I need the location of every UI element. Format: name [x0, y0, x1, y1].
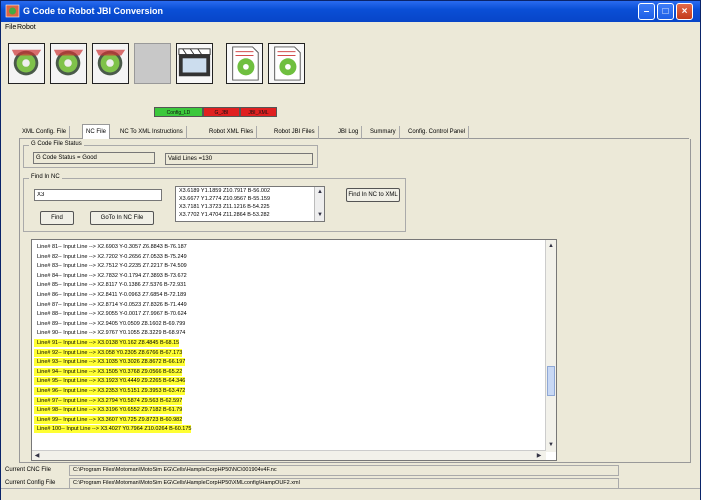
- toolbar-button-clapperboard[interactable]: [176, 43, 213, 84]
- scroll-right-icon[interactable]: ▶: [535, 452, 543, 460]
- tab-config-control-panel[interactable]: Config. Control Panel: [405, 126, 470, 139]
- menu-file[interactable]: File: [5, 24, 16, 31]
- scroll-up-icon[interactable]: ▲: [316, 188, 324, 196]
- toolbar-button-gear[interactable]: [92, 43, 129, 84]
- log-line[interactable]: Line# 100-- Input Line --> X3.4027 Y0.79…: [34, 425, 192, 434]
- log-horizontal-scrollbar[interactable]: ◀ ▶: [32, 450, 546, 460]
- nc-log-list[interactable]: Line# 81-- Input Line --> X2.6903 Y-0.30…: [31, 239, 557, 461]
- log-line[interactable]: Line# 91-- Input Line --> X3.0138 Y0.162…: [34, 339, 180, 347]
- log-line[interactable]: Line# 86-- Input Line --> X2.8411 Y-0.09…: [34, 291, 186, 299]
- list-item[interactable]: X3.7181 Y1.3723 Z11.1216 B-54.225: [179, 204, 270, 210]
- log-line[interactable]: Line# 95-- Input Line --> X3.1923 Y0.444…: [34, 377, 186, 386]
- app-window: G Code to Robot JBI Conversion – □ × Fil…: [0, 0, 701, 500]
- status-flag-xml: JBI_XML: [240, 107, 277, 117]
- tab-strip: XML Config. File NC File NC To XML Instr…: [19, 124, 689, 140]
- toolbar-button-gear[interactable]: [50, 43, 87, 84]
- scroll-thumb[interactable]: [547, 366, 555, 396]
- close-icon: ×: [681, 6, 688, 17]
- close-button[interactable]: ×: [676, 3, 693, 20]
- find-in-nc-to-xml-button[interactable]: Find In NC to XML: [346, 188, 400, 202]
- document-gear-icon: [232, 46, 259, 81]
- tab-nc-to-xml[interactable]: NC To XML Instructions: [117, 126, 187, 139]
- tab-jbi-log[interactable]: JBI Log: [335, 126, 363, 139]
- minimize-button[interactable]: –: [638, 3, 655, 20]
- document-gear-icon: [274, 46, 301, 81]
- status-flag-config: Config_LD: [154, 107, 203, 117]
- current-cnc-label: Current CNC File: [5, 467, 52, 473]
- log-line[interactable]: Line# 90-- Input Line --> X2.9767 Y0.105…: [34, 329, 185, 337]
- clapperboard-icon: [178, 48, 211, 77]
- current-cnc-path: C:\Program Files\Motoman\MotoSim EG\Cell…: [69, 465, 619, 476]
- scroll-up-icon[interactable]: ▲: [547, 242, 555, 250]
- log-line[interactable]: Line# 81-- Input Line --> X2.6903 Y-0.30…: [34, 243, 187, 251]
- current-config-row: Current Config File C:\Program Files\Mot…: [5, 478, 697, 490]
- maximize-button[interactable]: □: [657, 3, 674, 20]
- flag-label: Config_LD: [166, 110, 191, 116]
- find-in-nc-title: Find In NC: [29, 174, 62, 180]
- log-line[interactable]: Line# 97-- Input Line --> X3.2794 Y0.587…: [34, 396, 183, 405]
- toolbar-button-blank[interactable]: [134, 43, 171, 84]
- log-line[interactable]: Line# 85-- Input Line --> X2.8117 Y-0.13…: [34, 281, 186, 289]
- log-line[interactable]: Line# 83-- Input Line --> X2.7512 Y-0.22…: [34, 262, 187, 270]
- toolbar-button-gear[interactable]: [8, 43, 45, 84]
- menu-robot[interactable]: Robot: [17, 24, 36, 31]
- log-line[interactable]: Line# 92-- Input Line --> X3.058 Y0.2305…: [34, 348, 183, 357]
- log-line[interactable]: Line# 99-- Input Line --> X3.3607 Y0.725…: [34, 415, 183, 424]
- gear-icon: [51, 44, 86, 83]
- find-results-list[interactable]: X3.6189 Y1.1859 Z10.7917 B-56.002 X3.667…: [175, 186, 325, 222]
- find-button[interactable]: Find: [40, 211, 74, 225]
- window-title: G Code to Robot JBI Conversion: [23, 6, 164, 16]
- maximize-icon: □: [662, 6, 669, 17]
- scroll-down-icon[interactable]: ▼: [316, 211, 324, 219]
- status-flags: Config_LD G_JBI JBI_XML: [154, 107, 277, 117]
- minimize-icon: –: [643, 6, 650, 17]
- goto-in-nc-file-button[interactable]: GoTo In NC File: [90, 211, 154, 225]
- tab-robot-xml-files[interactable]: Robot XML Files: [206, 126, 258, 139]
- toolbar-button-document-gear[interactable]: [226, 43, 263, 84]
- find-input[interactable]: [34, 189, 162, 201]
- flag-label: G_JBI: [214, 110, 229, 116]
- log-line[interactable]: Line# 84-- Input Line --> X2.7832 Y-0.17…: [34, 272, 187, 280]
- gear-icon: [9, 44, 44, 83]
- log-vertical-scrollbar[interactable]: ▲ ▼: [545, 240, 556, 452]
- scroll-left-icon[interactable]: ◀: [33, 452, 41, 460]
- toolbar-button-document-gear[interactable]: [268, 43, 305, 84]
- tab-xml-config-file[interactable]: XML Config. File: [19, 126, 71, 139]
- list-item[interactable]: X3.6189 Y1.1859 Z10.7917 B-56.002: [179, 188, 270, 194]
- tab-nc-file[interactable]: NC File: [82, 124, 111, 140]
- flag-label: JBI_XML: [248, 110, 269, 116]
- app-icon: [5, 4, 20, 18]
- log-line[interactable]: Line# 94-- Input Line --> X3.1505 Y0.376…: [34, 367, 183, 376]
- list-item[interactable]: X3.7702 Y1.4704 Z11.2864 B-53.282: [179, 212, 270, 218]
- gear-icon: [93, 44, 128, 83]
- tab-robot-jbi-files[interactable]: Robot JBI Files: [271, 126, 319, 139]
- log-line[interactable]: Line# 98-- Input Line --> X3.3196 Y0.655…: [34, 406, 183, 415]
- log-line[interactable]: Line# 96-- Input Line --> X3.2353 Y0.515…: [34, 387, 186, 395]
- valid-lines-field: Valid Lines =130: [165, 153, 313, 165]
- list-item[interactable]: X3.6677 Y1.2774 Z10.9567 B-55.159: [179, 196, 270, 202]
- current-config-path: C:\Program Files\Motoman\MotoSim EG\Cell…: [69, 478, 619, 489]
- toolbar: [4, 35, 698, 95]
- current-config-label: Current Config File: [5, 480, 56, 486]
- scroll-down-icon[interactable]: ▼: [547, 441, 555, 449]
- current-cnc-row: Current CNC File C:\Program Files\Motoma…: [5, 465, 697, 477]
- results-scrollbar[interactable]: ▲ ▼: [314, 187, 324, 221]
- log-line[interactable]: Line# 87-- Input Line --> X2.8714 Y-0.05…: [34, 301, 187, 309]
- gcode-status-field: G Code Status = Good: [33, 152, 155, 164]
- menu-bar: File Robot: [3, 23, 699, 34]
- tab-summary[interactable]: Summary: [367, 126, 400, 139]
- title-bar[interactable]: G Code to Robot JBI Conversion – □ ×: [1, 1, 700, 22]
- log-line[interactable]: Line# 82-- Input Line --> X2.7202 Y-0.26…: [34, 253, 187, 261]
- gcode-status-title: G Code File Status: [29, 141, 84, 147]
- log-line[interactable]: Line# 89-- Input Line --> X2.9405 Y0.050…: [34, 320, 185, 328]
- status-flag-jbi: G_JBI: [203, 107, 240, 117]
- log-line[interactable]: Line# 88-- Input Line --> X2.9055 Y-0.00…: [34, 310, 187, 318]
- log-line[interactable]: Line# 93-- Input Line --> X3.1035 Y0.302…: [34, 358, 186, 367]
